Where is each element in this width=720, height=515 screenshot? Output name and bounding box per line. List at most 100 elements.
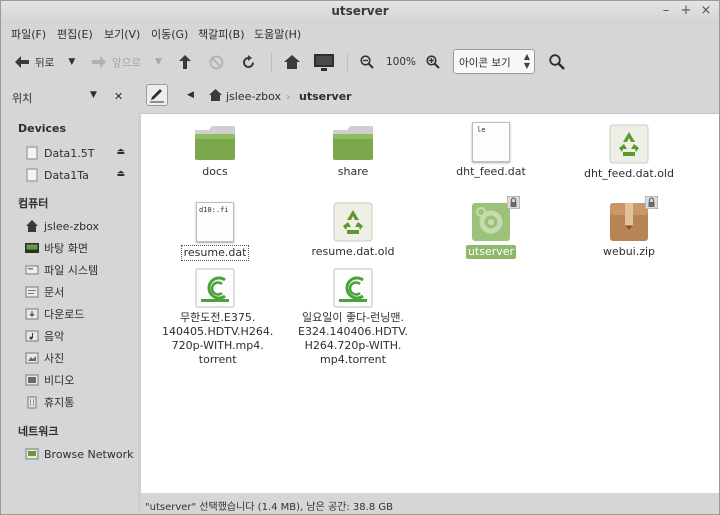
breadcrumb-home-icon: [209, 89, 222, 104]
sidebar-item-filesystem[interactable]: 파일 시스템: [25, 261, 135, 279]
zoom-level: 100%: [386, 56, 417, 68]
file-name: 무한도전.E375. 140405.HDTV.H264. 720p-WITH.m…: [162, 311, 274, 366]
menu-edit[interactable]: 편집(E): [57, 26, 93, 42]
view-mode-select[interactable]: 아이콘 보기 ▲ ▼: [453, 49, 535, 74]
up-button[interactable]: [179, 45, 191, 79]
network-heading: 네트워크: [18, 425, 59, 438]
back-button[interactable]: 뒤로 ▼: [15, 45, 75, 79]
computer-heading: 컴퓨터: [18, 197, 49, 210]
zoom-out-icon: [360, 55, 374, 69]
file-item-utserver[interactable]: utserver: [436, 196, 546, 259]
pencil-icon: [150, 89, 164, 103]
file-name: resume.dat: [180, 245, 250, 261]
lock-icon: [507, 196, 520, 209]
file-name: webui.zip: [602, 245, 656, 258]
file-item-webui-zip[interactable]: webui.zip: [574, 196, 684, 259]
sidebar-item-label: Browse Network: [44, 447, 134, 461]
menu-file[interactable]: 파일(F): [11, 26, 46, 42]
sidebar-item-home[interactable]: jslee-zbox: [25, 217, 135, 235]
sidebar-item-data15t[interactable]: Data1.5T ⏏: [25, 144, 135, 162]
sidebar-item-browse-network[interactable]: Browse Network: [25, 445, 135, 463]
minimize-icon[interactable]: –: [658, 3, 674, 19]
file-name: 일요일이 좋다-런닝맨. E324.140406.HDTV. H264.720p…: [298, 311, 408, 366]
executable-icon-wrap: [471, 196, 520, 242]
maximize-icon[interactable]: +: [678, 3, 694, 19]
sidebar-item-data1ta[interactable]: Data1Ta ⏏: [25, 166, 135, 184]
menu-bookmarks[interactable]: 책갈피(B): [198, 26, 245, 42]
file-item-dht-feed-old[interactable]: dht_feed.dat.old: [574, 124, 684, 181]
menu-view[interactable]: 보기(V): [104, 26, 140, 42]
sidebar-item-music[interactable]: 음악: [25, 327, 135, 345]
sidebar: Devices Data1.5T ⏏ Data1Ta ⏏ 컴퓨터 jslee-z…: [1, 113, 138, 513]
eject-icon[interactable]: ⏏: [116, 169, 125, 179]
sidebar-item-pictures[interactable]: 사진: [25, 349, 135, 367]
menu-go[interactable]: 이동(G): [151, 26, 188, 42]
forward-history-chevron-icon[interactable]: ▼: [155, 57, 162, 67]
torrent-icon: [195, 268, 235, 308]
text-file-icon: le: [472, 122, 510, 162]
location-bar: ◀ jslee-zbox › utserver: [139, 83, 719, 111]
archive-icon: [610, 203, 648, 241]
zoom-out-button[interactable]: [360, 45, 374, 79]
recycle-icon: [333, 202, 373, 242]
eject-icon[interactable]: ⏏: [116, 147, 125, 157]
drive-icon: [25, 168, 39, 182]
file-name: share: [337, 165, 369, 178]
desktop-icon: [25, 241, 39, 255]
computer-icon: [314, 53, 334, 71]
title-bar: utserver – + ×: [1, 1, 719, 23]
documents-folder-icon: [25, 285, 39, 299]
sidebar-item-label: jslee-zbox: [44, 219, 100, 233]
breadcrumb-item[interactable]: jslee-zbox: [226, 90, 281, 103]
spin-arrows-icon: ▲ ▼: [523, 52, 530, 70]
videos-folder-icon: [25, 373, 39, 387]
sidebar-item-label: 바탕 화면: [44, 242, 88, 255]
edit-location-button[interactable]: [146, 84, 168, 106]
file-name: dht_feed.dat.old: [584, 167, 674, 180]
sidebar-close-icon[interactable]: ✕: [114, 90, 123, 103]
back-history-chevron-icon[interactable]: ▼: [68, 57, 75, 67]
reload-icon: [243, 54, 254, 68]
sidebar-item-trash[interactable]: 휴지통: [25, 393, 135, 411]
file-item-torrent-2[interactable]: 일요일이 좋다-런닝맨. E324.140406.HDTV. H264.720p…: [293, 268, 413, 367]
sidebar-item-label: 문서: [44, 286, 65, 299]
menu-bar: 파일(F) 편집(E) 보기(V) 이동(G) 책갈피(B) 도움말(H): [1, 23, 719, 43]
toolbar: 뒤로 ▼ 앞으로 ▼ 100%: [1, 45, 719, 79]
sidebar-item-downloads[interactable]: 다운로드: [25, 305, 135, 323]
sidebar-menu-chevron-icon[interactable]: ▼: [90, 90, 97, 100]
view-mode-value: 아이콘 보기: [459, 57, 511, 69]
file-item-docs[interactable]: docs: [160, 124, 270, 179]
sidebar-title: 위치: [12, 92, 33, 105]
sidebar-item-label: 파일 시스템: [44, 264, 99, 277]
stop-button[interactable]: [209, 45, 224, 79]
sidebar-item-label: 다운로드: [44, 308, 85, 321]
computer-button[interactable]: [314, 45, 334, 79]
file-preview: le: [477, 126, 486, 134]
breadcrumb-current[interactable]: utserver: [299, 90, 352, 103]
torrent-icon: [333, 268, 373, 308]
archive-icon-wrap: [609, 196, 658, 242]
zoom-in-button[interactable]: [426, 45, 440, 79]
search-icon: [549, 54, 565, 70]
file-item-resume-old[interactable]: resume.dat.old: [298, 202, 408, 259]
gear-icon: [472, 203, 510, 241]
file-item-torrent-1[interactable]: 무한도전.E375. 140405.HDTV.H264. 720p-WITH.m…: [160, 268, 273, 367]
forward-button[interactable]: 앞으로 ▼: [92, 45, 162, 79]
search-button[interactable]: [549, 45, 565, 79]
devices-heading: Devices: [18, 122, 67, 135]
breadcrumb-separator: ›: [286, 90, 291, 103]
breadcrumb-left-arrow-icon[interactable]: ◀: [187, 90, 194, 100]
menu-help[interactable]: 도움말(H): [254, 26, 301, 42]
sidebar-item-desktop[interactable]: 바탕 화면: [25, 239, 135, 257]
file-item-share[interactable]: share: [298, 124, 408, 179]
file-item-resume[interactable]: d10:.fi resume.dat: [160, 202, 270, 261]
forward-arrow-icon: [92, 56, 106, 68]
home-button[interactable]: [284, 45, 300, 79]
close-icon[interactable]: ×: [698, 3, 714, 19]
lock-icon: [645, 196, 658, 209]
file-item-dht-feed[interactable]: le dht_feed.dat: [436, 122, 546, 179]
pictures-folder-icon: [25, 351, 39, 365]
sidebar-item-documents[interactable]: 문서: [25, 283, 135, 301]
sidebar-item-videos[interactable]: 비디오: [25, 371, 135, 389]
reload-button[interactable]: [241, 45, 256, 79]
